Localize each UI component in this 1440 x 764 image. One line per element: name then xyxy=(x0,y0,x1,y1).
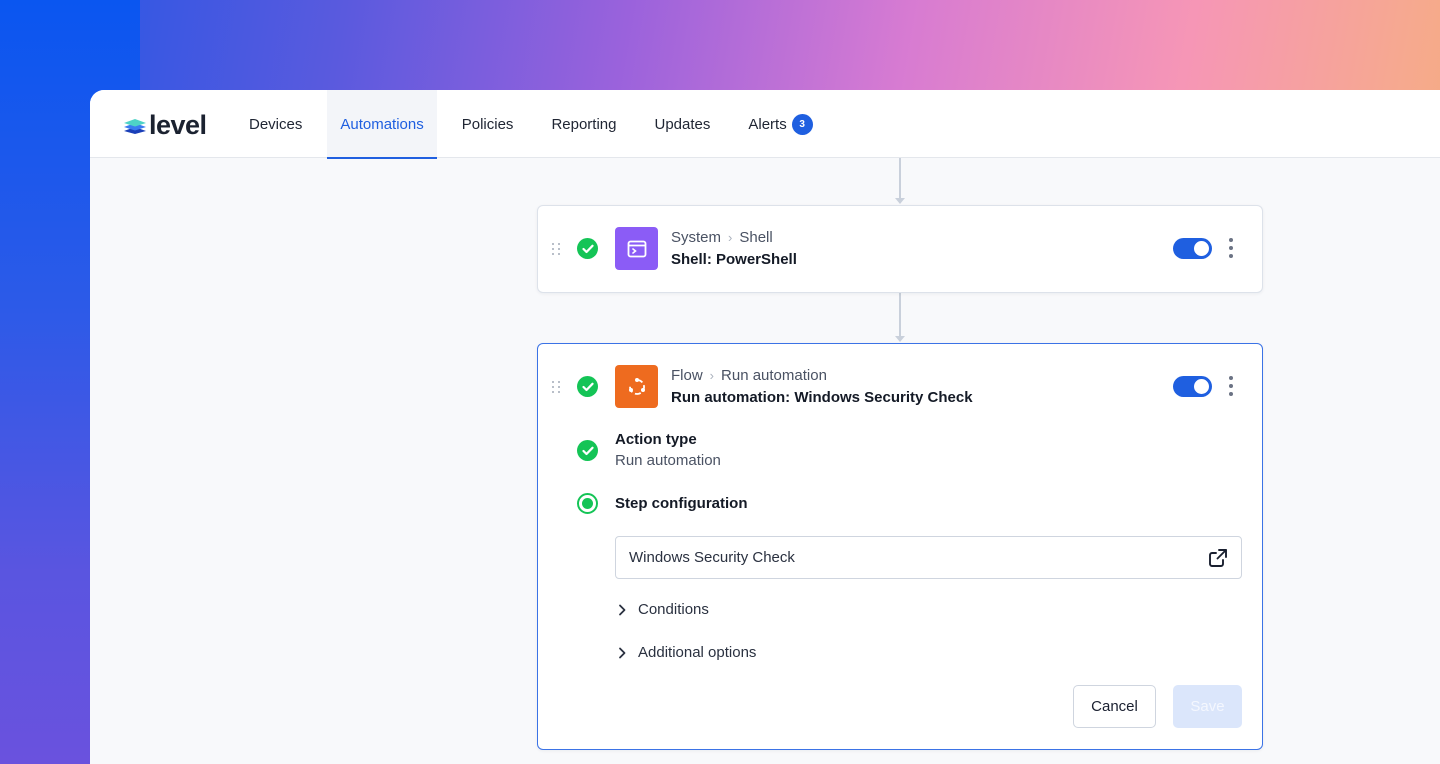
main-nav: Devices Automations Policies Reporting U… xyxy=(236,90,838,159)
flow-icon xyxy=(615,365,658,408)
nav-alerts[interactable]: Alerts 3 xyxy=(735,90,825,158)
nav-label: Alerts xyxy=(748,115,787,133)
conditions-expander[interactable]: Conditions xyxy=(618,601,709,618)
conditions-label: Conditions xyxy=(638,601,709,618)
alerts-count-badge: 3 xyxy=(791,113,813,135)
check-circle-icon xyxy=(577,376,598,397)
breadcrumb-category: Flow xyxy=(671,367,703,384)
layers-logo-icon xyxy=(124,118,146,134)
flow-connector xyxy=(899,158,901,202)
logo-wordmark: level xyxy=(149,110,207,140)
nav-label: Devices xyxy=(249,115,303,133)
app-window: level Devices Automations Policies Repor… xyxy=(90,90,1440,764)
save-button[interactable]: Save xyxy=(1173,685,1242,728)
automation-field-value: Windows Security Check xyxy=(629,549,795,566)
chevron-right-icon xyxy=(619,604,626,615)
external-link-icon[interactable] xyxy=(1207,547,1229,569)
nav-devices[interactable]: Devices xyxy=(236,90,315,158)
nav-updates[interactable]: Updates xyxy=(641,90,723,158)
automation-select-field[interactable]: Windows Security Check xyxy=(615,536,1242,579)
check-circle-icon xyxy=(577,440,598,461)
step-title: Shell: PowerShell xyxy=(671,251,797,268)
action-type-value: Run automation xyxy=(615,452,721,469)
drag-handle-icon[interactable] xyxy=(552,381,562,394)
nav-automations[interactable]: Automations xyxy=(327,90,438,159)
step-breadcrumb: System › Shell xyxy=(671,229,773,246)
more-options-icon[interactable] xyxy=(1228,376,1234,396)
nav-reporting[interactable]: Reporting xyxy=(538,90,629,158)
chevron-right-icon xyxy=(619,647,626,658)
action-type-title: Action type xyxy=(615,431,697,448)
nav-policies[interactable]: Policies xyxy=(449,90,527,158)
step-breadcrumb: Flow › Run automation xyxy=(671,367,827,384)
breadcrumb-category: System xyxy=(671,229,722,246)
current-step-indicator-icon xyxy=(577,493,598,514)
additional-options-expander[interactable]: Additional options xyxy=(618,644,756,661)
flow-connector xyxy=(899,292,901,340)
nav-label: Updates xyxy=(654,115,711,133)
step-enabled-toggle[interactable] xyxy=(1173,376,1212,397)
step-title: Run automation: Windows Security Check xyxy=(671,389,973,406)
connector-arrow-icon xyxy=(895,198,905,204)
step-card-shell[interactable]: System › Shell Shell: PowerShell xyxy=(537,205,1263,293)
nav-label: Reporting xyxy=(551,115,617,133)
chevron-right-icon: › xyxy=(709,368,715,383)
top-navigation-bar: level Devices Automations Policies Repor… xyxy=(90,90,1440,159)
terminal-icon xyxy=(615,227,658,270)
drag-handle-icon[interactable] xyxy=(552,243,562,256)
step-enabled-toggle[interactable] xyxy=(1173,238,1212,259)
check-circle-icon xyxy=(577,238,598,259)
breadcrumb-action: Run automation xyxy=(721,367,827,384)
level-logo[interactable]: level xyxy=(123,110,207,141)
cancel-button[interactable]: Cancel xyxy=(1073,685,1156,728)
connector-arrow-icon xyxy=(895,336,905,342)
additional-options-label: Additional options xyxy=(638,644,757,661)
chevron-right-icon: › xyxy=(728,230,733,245)
nav-label: Automations xyxy=(340,115,424,133)
more-options-icon[interactable] xyxy=(1228,238,1234,258)
breadcrumb-action: Shell xyxy=(739,229,773,246)
nav-label: Policies xyxy=(461,115,514,133)
step-card-run-automation[interactable]: Flow › Run automation Run automation: Wi… xyxy=(537,343,1263,750)
step-configuration-title: Step configuration xyxy=(615,495,748,512)
